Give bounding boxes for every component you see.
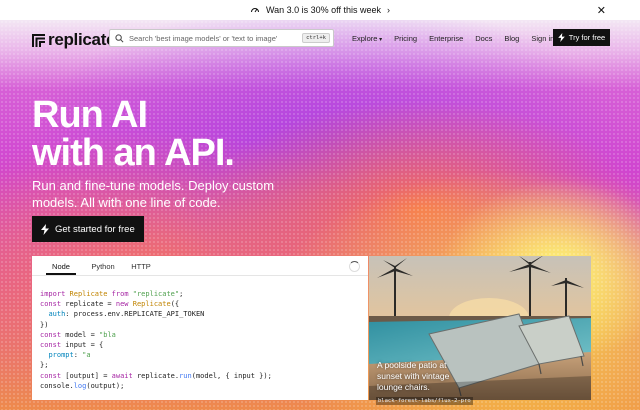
search-input[interactable]: [129, 33, 309, 43]
tab-http[interactable]: HTTP: [126, 256, 156, 275]
nav-links: Explore Pricing Enterprise Docs Blog Sig…: [352, 34, 566, 43]
hero: replicate ctrl+k Explore Pricing Enterpr…: [0, 20, 640, 410]
banner-text[interactable]: Wan 3.0 is 30% off this week: [266, 5, 381, 15]
tab-python[interactable]: Python: [88, 256, 118, 275]
bolt-icon: [558, 33, 565, 42]
speed-icon: [250, 5, 260, 15]
loading-spinner-icon: [349, 261, 360, 272]
top-nav: replicate ctrl+k Explore Pricing Enterpr…: [0, 20, 640, 58]
hero-title-line2: with an API.: [32, 132, 235, 174]
promo-banner[interactable]: Wan 3.0 is 30% off this week › ✕: [0, 0, 640, 20]
search-shortcut: ctrl+k: [302, 33, 330, 43]
get-started-label: Get started for free: [55, 223, 135, 235]
hero-subtitle: Run and fine-tune models. Deploy custom …: [32, 178, 275, 210]
nav-docs[interactable]: Docs: [475, 34, 492, 43]
try-for-free-label: Try for free: [568, 33, 606, 42]
logo[interactable]: replicate: [32, 30, 116, 50]
search-box[interactable]: ctrl+k: [109, 29, 334, 47]
language-tabs: Node Python HTTP: [32, 256, 368, 276]
nav-explore[interactable]: Explore: [352, 34, 382, 43]
tab-node[interactable]: Node: [46, 256, 76, 275]
nav-enterprise[interactable]: Enterprise: [429, 34, 463, 43]
model-tag[interactable]: black-forest-labs/flux-2-pro: [376, 397, 473, 405]
hero-title: Run AI with an API.: [32, 96, 332, 172]
try-for-free-button[interactable]: Try for free: [553, 29, 610, 46]
close-icon[interactable]: ✕: [597, 4, 606, 17]
search-icon: [115, 33, 124, 42]
bolt-icon: [41, 223, 49, 235]
nav-blog[interactable]: Blog: [504, 34, 519, 43]
hero-title-line1: Run AI: [32, 94, 148, 136]
chevron-right-icon: ›: [387, 5, 391, 15]
code-snippet: import Replicate from "replicate"; const…: [40, 290, 272, 390]
nav-signin[interactable]: Sign in: [531, 34, 554, 43]
replicate-logo-icon: [32, 33, 45, 47]
nav-pricing[interactable]: Pricing: [394, 34, 417, 43]
image-caption: A poolside patio at sunset with vintage …: [377, 360, 450, 392]
code-example-card: Node Python HTTP import Replicate from "…: [32, 256, 368, 400]
get-started-button[interactable]: Get started for free: [32, 216, 144, 242]
logo-text: replicate: [48, 30, 116, 49]
